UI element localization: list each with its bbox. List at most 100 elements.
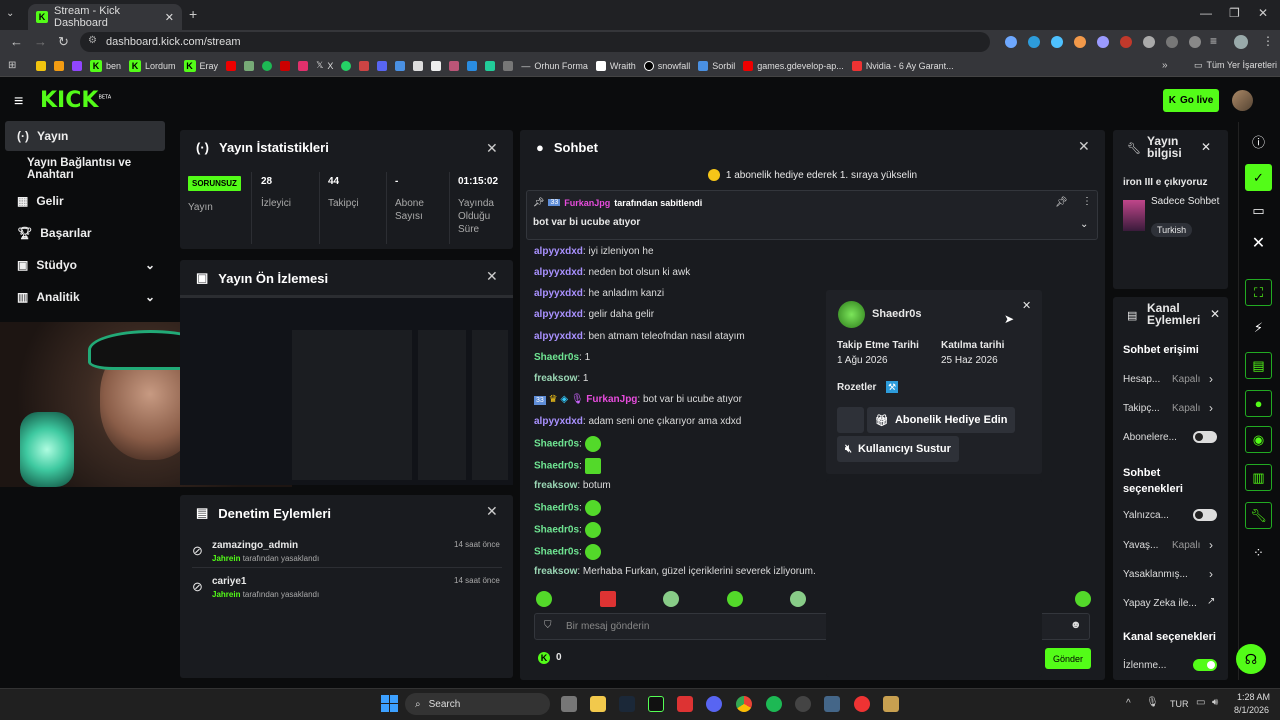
info-icon[interactable]: ⓘ bbox=[1245, 128, 1272, 155]
chevron-down-icon[interactable]: ⌄ bbox=[1080, 219, 1088, 230]
sidebar-item-analitik[interactable]: ▥ Analitik ⌄ bbox=[5, 282, 165, 312]
chat-icon[interactable]: ● bbox=[1245, 390, 1272, 417]
taskbar-search[interactable]: ⌕ Search bbox=[405, 693, 550, 715]
chat-username[interactable]: alpyyxdxd bbox=[534, 309, 583, 320]
bookmark-icon[interactable] bbox=[72, 60, 82, 71]
bookmark-icon[interactable] bbox=[359, 60, 370, 71]
emote-icon[interactable] bbox=[536, 591, 552, 607]
broadcast-icon[interactable]: ◉ bbox=[1245, 426, 1272, 453]
all-bookmarks[interactable]: ▭ Tüm Yer İşaretleri bbox=[1194, 60, 1277, 71]
puzzle-icon[interactable] bbox=[1189, 36, 1201, 48]
chat-message[interactable]: Shaedr0s: bbox=[534, 522, 601, 538]
notes-icon[interactable]: ▤ bbox=[1245, 352, 1272, 379]
mic-icon[interactable]: 🎙︎ bbox=[1146, 697, 1159, 708]
chevron-right-icon[interactable]: › bbox=[1209, 372, 1213, 386]
sidebar-item-basarilar[interactable]: 🏆︎ Başarılar bbox=[5, 218, 165, 248]
chat-message[interactable]: Shaedr0s: bbox=[534, 500, 601, 516]
close-window-icon[interactable]: ✕ bbox=[1258, 6, 1268, 20]
more-icon[interactable]: ⋮ bbox=[1082, 196, 1092, 207]
points-display[interactable]: K0 bbox=[538, 652, 562, 664]
send-button[interactable]: Gönder bbox=[1045, 648, 1091, 669]
chat-username[interactable]: alpyyxdxd bbox=[534, 288, 583, 299]
subscribers-toggle[interactable] bbox=[1193, 431, 1217, 443]
taskview-icon[interactable] bbox=[561, 696, 577, 712]
chat-username[interactable]: Shaedr0s bbox=[534, 525, 579, 536]
chat-message[interactable]: alpyyxdxd: ben atmam teleofndan nasıl at… bbox=[534, 331, 745, 342]
close-icon[interactable]: ✕ bbox=[1022, 299, 1031, 312]
url-bar[interactable]: ⚙ dashboard.kick.com/stream bbox=[80, 32, 990, 52]
close-icon[interactable]: ✕ bbox=[1078, 138, 1090, 155]
chat-username[interactable]: alpyyxdxd bbox=[534, 416, 583, 427]
chat-message[interactable]: alpyyxdxd: gelir daha gelir bbox=[534, 309, 654, 320]
back-icon[interactable]: ← bbox=[10, 34, 23, 49]
more-actions-button[interactable] bbox=[837, 407, 864, 433]
pinned-message[interactable]: 📌︎ 33 FurkanJpg tarafından sabitlendi bot v… bbox=[526, 190, 1098, 240]
language-indicator[interactable]: TUR bbox=[1170, 699, 1189, 709]
sidebar-item-yayin[interactable]: (·) Yayın bbox=[5, 121, 165, 151]
profile-avatar[interactable] bbox=[1234, 35, 1248, 49]
extension-icon[interactable] bbox=[1143, 36, 1155, 48]
whatsapp-icon[interactable] bbox=[341, 60, 352, 71]
unpin-icon[interactable]: 📌︎ bbox=[1055, 197, 1068, 208]
support-button[interactable]: ☊ bbox=[1236, 644, 1266, 674]
go-live-button[interactable]: K Go live bbox=[1163, 89, 1219, 112]
new-tab-icon[interactable]: + bbox=[189, 6, 197, 22]
emote-only-toggle[interactable] bbox=[1193, 509, 1217, 521]
chat-username[interactable]: Shaedr0s bbox=[534, 352, 579, 363]
kick-logo[interactable]: KICKBETA bbox=[40, 88, 111, 113]
chat-message[interactable]: Shaedr0s: bbox=[534, 544, 601, 560]
steam-icon[interactable] bbox=[619, 696, 635, 712]
emote-icon[interactable] bbox=[726, 591, 743, 607]
chat-username[interactable]: FurkanJpg bbox=[586, 394, 637, 405]
emote-icon[interactable] bbox=[1075, 591, 1091, 607]
app-icon[interactable] bbox=[795, 696, 811, 712]
app-icon[interactable] bbox=[648, 696, 664, 712]
chat-message[interactable]: freaksow: Merhaba Furkan, güzel içerikle… bbox=[534, 566, 816, 577]
windows-start-icon[interactable] bbox=[381, 695, 398, 712]
sidebar-item-gelir[interactable]: ▦ Gelir bbox=[5, 186, 165, 216]
tray-chevron-icon[interactable]: ^ bbox=[1126, 698, 1131, 709]
extension-icon[interactable] bbox=[1005, 36, 1017, 48]
chevron-right-icon[interactable]: › bbox=[1209, 401, 1213, 415]
bookmark[interactable]: — Orhun Forma bbox=[521, 61, 588, 71]
bookmark[interactable]: Wraith bbox=[595, 60, 636, 71]
document-icon[interactable]: ▥ bbox=[1245, 464, 1272, 491]
spotify-icon[interactable] bbox=[262, 60, 273, 71]
close-tab-icon[interactable]: ✕ bbox=[165, 11, 174, 24]
add-widget-icon[interactable]: ⁘ bbox=[1245, 539, 1272, 566]
file-explorer-icon[interactable] bbox=[590, 696, 606, 712]
lightning-icon[interactable]: ⚡︎ bbox=[1245, 314, 1272, 341]
bookmark-icon[interactable] bbox=[431, 60, 442, 71]
chat-username[interactable]: freaksow bbox=[534, 373, 577, 384]
chat-username[interactable]: Shaedr0s bbox=[534, 547, 579, 558]
browser-tab[interactable]: K Stream - Kick Dashboard ✕ bbox=[28, 4, 182, 30]
close-icon[interactable]: ✕ bbox=[1201, 140, 1211, 154]
chrome-icon[interactable] bbox=[736, 696, 752, 712]
chat-username[interactable]: freaksow bbox=[534, 566, 577, 577]
stream-preview[interactable] bbox=[180, 295, 513, 485]
bookmark-icon[interactable] bbox=[54, 60, 64, 71]
sidebar-item-stream-key[interactable]: Yayın Bağlantısı ve Anahtarı bbox=[5, 154, 165, 184]
extension-icon[interactable] bbox=[1166, 36, 1178, 48]
wrench-icon[interactable]: 🔧︎ bbox=[1245, 502, 1272, 529]
category-name[interactable]: Sadece Sohbet bbox=[1151, 195, 1221, 208]
discord-icon[interactable] bbox=[377, 60, 388, 71]
external-link-icon[interactable]: ↗ bbox=[1207, 596, 1215, 607]
close-icon[interactable]: ✕ bbox=[486, 503, 498, 520]
bookmark-icon[interactable] bbox=[503, 60, 514, 71]
bookmark-icon[interactable] bbox=[467, 60, 478, 71]
gift-banner[interactable]: 1 abonelik hediye ederek 1. sıraya yükse… bbox=[520, 165, 1105, 185]
emote-icon[interactable] bbox=[663, 591, 679, 607]
bookmark-icon[interactable] bbox=[449, 60, 460, 71]
maximize-icon[interactable]: ❐ bbox=[1229, 6, 1240, 20]
clock-date[interactable]: 8/1/2026 bbox=[1234, 705, 1269, 715]
check-icon[interactable]: ✓ bbox=[1245, 164, 1272, 191]
chat-message[interactable]: Shaedr0s: bbox=[534, 458, 601, 474]
spotify-icon[interactable] bbox=[766, 696, 782, 712]
emote-icon[interactable] bbox=[790, 591, 806, 607]
extension-icon[interactable] bbox=[1074, 36, 1086, 48]
bookmark[interactable]: Kben bbox=[90, 59, 121, 72]
close-icon[interactable]: ✕ bbox=[486, 140, 498, 157]
bookmark[interactable]: games.gdevelop-ap... bbox=[743, 60, 844, 71]
tab-list-icon[interactable]: ⌄ bbox=[6, 8, 14, 19]
